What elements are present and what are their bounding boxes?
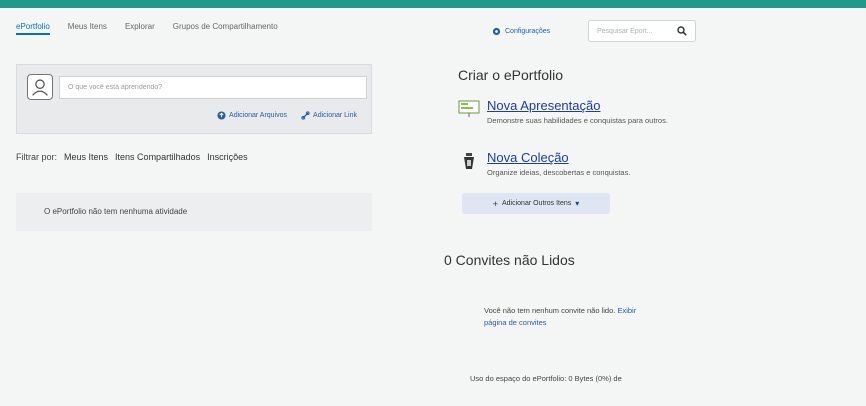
add-files-label: Adicionar Arquivos [229, 112, 288, 119]
collection-icon [464, 153, 474, 169]
plus-icon: + [492, 198, 498, 209]
filter-meus-itens[interactable]: Meus Itens [64, 152, 108, 162]
compose-input[interactable] [59, 76, 367, 99]
new-collection-link[interactable]: Nova Coleção [487, 150, 569, 165]
upload-icon [217, 111, 226, 120]
search-input[interactable] [597, 27, 667, 35]
search-icon[interactable] [677, 26, 687, 36]
filter-itens-compartilhados[interactable]: Itens Compartilhados [115, 152, 200, 162]
add-link-button[interactable]: Adicionar Link [301, 111, 357, 120]
compose-actions: Adicionar Arquivos Adicionar Link [217, 111, 357, 120]
main-nav: ePortfolio Meus Itens Explorar Grupos de… [16, 22, 278, 35]
invites-message: Você não tem nenhum convite não lido. Ex… [484, 305, 644, 329]
search-box [588, 20, 696, 42]
settings-label: Configurações [505, 28, 551, 35]
add-link-label: Adicionar Link [313, 112, 357, 119]
tab-eportfolio[interactable]: ePortfolio [16, 22, 50, 35]
add-files-button[interactable]: Adicionar Arquivos [217, 111, 287, 120]
empty-activity-message: O ePortfolio não tem nenhuma atividade [44, 207, 188, 216]
top-accent-bar [0, 0, 866, 8]
filter-inscricoes[interactable]: Inscrições [207, 152, 248, 162]
add-other-items-button[interactable]: + Adicionar Outros Itens ▾ [462, 193, 610, 214]
tab-meus-itens[interactable]: Meus Itens [68, 22, 107, 35]
compose-panel: Adicionar Arquivos Adicionar Link [16, 64, 372, 134]
storage-usage: Uso do espaço do ePortfolio: 0 Bytes (0%… [470, 374, 622, 383]
filter-bar: Filtrar por: Meus Itens Itens Compartilh… [16, 152, 248, 162]
new-presentation-desc: Demonstre suas habilidades e conquistas … [487, 116, 668, 125]
settings-link[interactable]: Configurações [492, 27, 550, 36]
link-icon [301, 111, 310, 120]
filter-label: Filtrar por: [16, 152, 58, 162]
tab-grupos[interactable]: Grupos de Compartilhamento [173, 22, 278, 35]
new-collection-desc: Organize ideias, descobertas e conquista… [487, 168, 631, 177]
gear-icon [492, 27, 501, 36]
tab-explorar[interactable]: Explorar [125, 22, 155, 35]
invites-text: Você não tem nenhum convite não lido. [484, 306, 616, 315]
new-presentation-link[interactable]: Nova Apresentação [487, 98, 600, 113]
chevron-down-icon: ▾ [575, 199, 580, 208]
create-section-title: Criar o ePortfolio [458, 67, 564, 83]
invites-title: 0 Convites não Lidos [444, 252, 575, 268]
add-other-items-label: Adicionar Outros Itens [501, 200, 572, 207]
avatar-icon [27, 74, 53, 100]
presentation-icon [458, 100, 480, 117]
